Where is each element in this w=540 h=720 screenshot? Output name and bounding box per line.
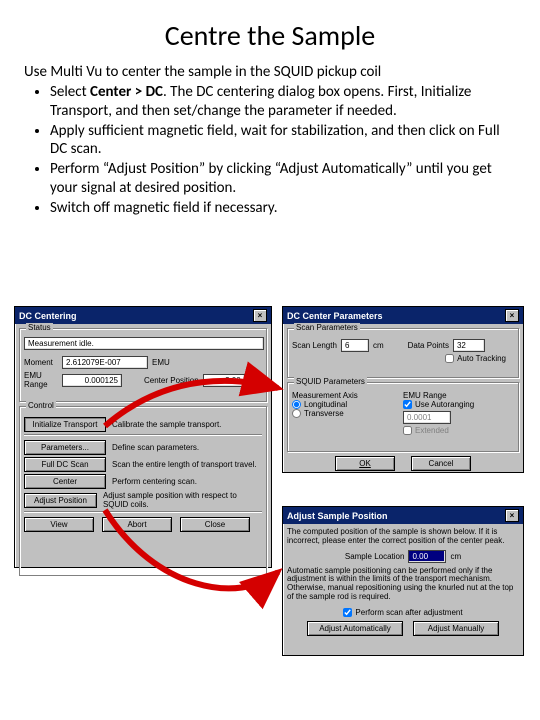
auto-tracking-checkbox[interactable] <box>445 354 454 363</box>
emu-range-label: EMU Range <box>403 391 514 400</box>
longitudinal-label: Longitudinal <box>304 400 347 409</box>
close-icon[interactable]: × <box>505 509 519 522</box>
range-value: 0.000125 <box>62 374 122 387</box>
moment-value: 2.612079E-007 <box>62 356 148 369</box>
moment-unit: EMU <box>152 358 170 367</box>
adjust-auto-button[interactable]: Adjust Automatically <box>307 621 403 636</box>
bullet-item: Switch off magnetic field if necessary. <box>50 199 516 218</box>
page-title: Centre the Sample <box>24 18 516 53</box>
emu-value: 0.0001 <box>403 411 451 424</box>
bullet-list: Select Center > DC. The DC centering dia… <box>24 83 516 217</box>
full-dc-scan-button[interactable]: Full DC Scan <box>24 457 106 472</box>
sample-location-input[interactable]: 0.00 <box>408 550 446 563</box>
adjust-desc1: The computed position of the sample is s… <box>287 528 519 546</box>
parameters-button[interactable]: Parameters... <box>24 440 106 455</box>
adjust-desc2: Automatic sample positioning can be perf… <box>287 567 519 602</box>
scan-length-unit: cm <box>373 341 384 350</box>
data-points-input[interactable]: 32 <box>453 339 485 352</box>
intro-text: Use Multi Vu to center the sample in the… <box>24 63 516 81</box>
auto-tracking-label: Auto Tracking <box>457 354 506 363</box>
center-button[interactable]: Center <box>24 474 106 489</box>
autoranging-checkbox[interactable] <box>403 400 412 409</box>
control-group-label: Control <box>26 401 56 410</box>
transverse-label: Transverse <box>304 409 344 418</box>
adjust-manual-button[interactable]: Adjust Manually <box>413 621 499 636</box>
scan-params-group: Scan Parameters <box>294 323 360 332</box>
transverse-radio[interactable] <box>292 409 301 418</box>
sample-location-label: Sample Location <box>345 552 405 561</box>
perform-scan-label: Perform scan after adjustment <box>355 608 462 617</box>
adjust-title: Adjust Sample Position <box>287 511 388 521</box>
dc-centering-dialog: DC Centering × Status Measurement idle. … <box>14 306 272 568</box>
full-desc: Scan the entire length of transport trav… <box>112 460 257 469</box>
adjust-desc: Adjust sample position with respect to S… <box>103 491 262 509</box>
adjust-position-button[interactable]: Adjust Position <box>24 493 97 508</box>
params-desc: Define scan parameters. <box>112 443 199 452</box>
scan-length-input[interactable]: 6 <box>341 339 369 352</box>
bullet-item: Select Center > DC. The DC centering dia… <box>50 83 516 121</box>
dc-centering-titlebar: DC Centering × <box>15 307 271 324</box>
sample-location-unit: cm <box>450 552 461 561</box>
dc-params-dialog: DC Center Parameters × Scan Parameters S… <box>282 306 524 473</box>
close-icon[interactable]: × <box>505 309 519 322</box>
data-points-label: Data Points <box>408 341 449 350</box>
adjust-titlebar: Adjust Sample Position × <box>283 507 523 524</box>
bullet-item: Apply sufficient magnetic field, wait fo… <box>50 122 516 160</box>
center-label: Center Position <box>144 376 199 385</box>
close-button[interactable]: Close <box>180 517 250 532</box>
abort-button[interactable]: Abort <box>102 517 172 532</box>
close-icon[interactable]: × <box>253 309 267 322</box>
init-desc: Calibrate the sample transport. <box>112 420 221 429</box>
range-label: EMU Range <box>24 371 58 389</box>
ok-button[interactable]: OK <box>335 456 395 471</box>
bullet-item: Perform “Adjust Position” by clicking “A… <box>50 160 516 198</box>
squid-params-group: SQUID Parameters <box>294 377 367 386</box>
autoranging-label: Use Autoranging <box>415 400 474 409</box>
axis-label: Measurement Axis <box>292 391 403 400</box>
center-value: 3.00 <box>203 374 245 387</box>
perform-scan-checkbox[interactable] <box>343 608 352 617</box>
status-group-label: Status <box>26 323 53 332</box>
longitudinal-radio[interactable] <box>292 400 301 409</box>
view-button[interactable]: View <box>24 517 94 532</box>
dc-params-title: DC Center Parameters <box>287 311 383 321</box>
center-desc: Perform centering scan. <box>112 477 197 486</box>
dc-params-titlebar: DC Center Parameters × <box>283 307 523 324</box>
center-unit: cm <box>249 376 260 385</box>
extended-checkbox[interactable] <box>403 426 412 435</box>
moment-label: Moment <box>24 358 58 367</box>
status-text: Measurement idle. <box>24 337 264 350</box>
extended-label: Extended <box>415 426 449 435</box>
dc-centering-title: DC Centering <box>19 311 77 321</box>
adjust-position-dialog: Adjust Sample Position × The computed po… <box>282 506 524 656</box>
scan-length-label: Scan Length <box>292 341 337 350</box>
cancel-button[interactable]: Cancel <box>411 456 471 471</box>
initialize-transport-button[interactable]: Initialize Transport <box>24 417 106 432</box>
